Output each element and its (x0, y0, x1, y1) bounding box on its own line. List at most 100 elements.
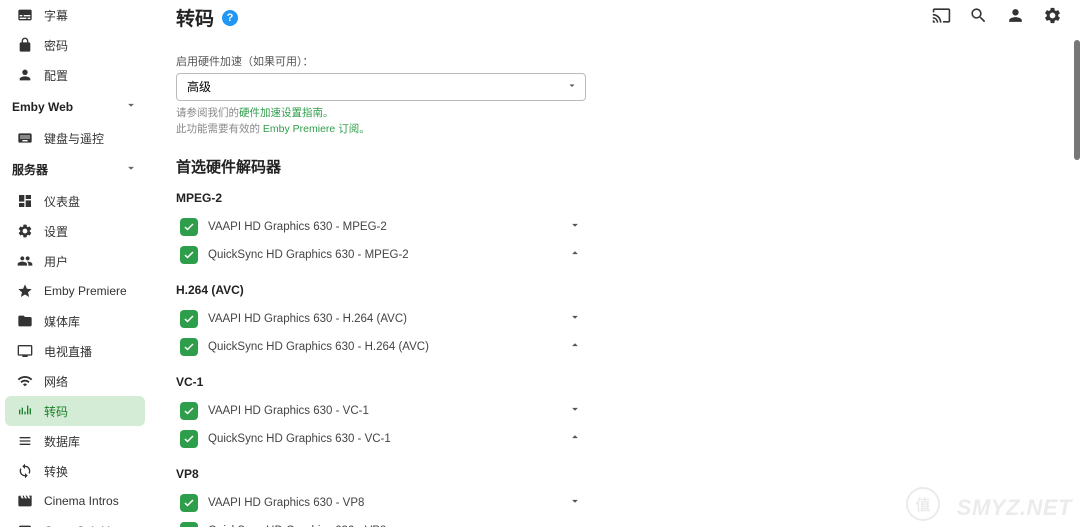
decoders-heading: 首选硬件解码器 (176, 156, 1060, 177)
help-text-prefix: 请参阅我们的 (176, 107, 239, 119)
chevron-down-icon[interactable] (568, 310, 582, 327)
decoder-label: VAAPI HD Graphics 630 - VP8 (208, 497, 568, 509)
decoder-row[interactable]: VAAPI HD Graphics 630 - VP8 (176, 489, 586, 517)
decoder-row[interactable]: QuickSync HD Graphics 630 - H.264 (AVC) (176, 333, 586, 361)
decoder-group-title: MPEG-2 (176, 191, 1060, 205)
decoder-row[interactable]: QuickSync HD Graphics 630 - MPEG-2 (176, 241, 586, 269)
nav-label: 转换 (44, 463, 68, 480)
nav-item-sync[interactable]: 转换 (0, 456, 150, 486)
nav-item-settings[interactable]: 设置 (0, 216, 150, 246)
chevron-down-icon (124, 98, 138, 115)
people-icon (16, 252, 34, 270)
nav-item-tv[interactable]: 电视直播 (0, 336, 150, 366)
section-title: Emby Web (12, 100, 73, 114)
help-text-line2: 此功能需要有效的 (176, 123, 263, 135)
nav-item-storage[interactable]: 数据库 (0, 426, 150, 456)
nav-label: 数据库 (44, 433, 80, 450)
main-content: 转码 ? 启用硬件加速（如果可用）： 高级 请参阅我们的硬件加速设置指南。 此功… (150, 0, 1080, 527)
hw-accel-select-wrap: 高级 (176, 73, 586, 101)
nav-label: 媒体库 (44, 313, 80, 330)
nav-label: 设置 (44, 223, 68, 240)
nav-label: 仪表盘 (44, 193, 80, 210)
nav-item-dashboard[interactable]: 仪表盘 (0, 186, 150, 216)
nav-label: 密码 (44, 37, 68, 54)
folder-icon (16, 312, 34, 330)
subtitles-icon (16, 6, 34, 24)
nav-item-folder[interactable]: 媒体库 (0, 306, 150, 336)
tv-icon (16, 342, 34, 360)
movie-icon (16, 492, 34, 510)
topbar (914, 0, 1080, 34)
dashboard-icon (16, 192, 34, 210)
checkbox-checked[interactable] (180, 522, 198, 527)
cast-icon[interactable] (932, 6, 951, 28)
nav-item-transcode[interactable]: 转码 (5, 396, 145, 426)
settings-icon (16, 222, 34, 240)
nav-item-subtitles[interactable]: 字幕 (0, 0, 150, 30)
nav-item-movie[interactable]: Cinema Intros (0, 486, 150, 516)
decoder-row[interactable]: VAAPI HD Graphics 630 - VC-1 (176, 397, 586, 425)
chevron-down-icon (124, 161, 138, 178)
decoder-row[interactable]: QuickSync HD Graphics 630 - VC-1 (176, 425, 586, 453)
sync-icon (16, 462, 34, 480)
decoder-label: QuickSync HD Graphics 630 - H.264 (AVC) (208, 341, 568, 353)
star-icon (16, 282, 34, 300)
chevron-down-icon[interactable] (568, 494, 582, 511)
decoder-label: VAAPI HD Graphics 630 - H.264 (AVC) (208, 313, 568, 325)
help-icon[interactable]: ? (222, 10, 238, 26)
storage-icon (16, 432, 34, 450)
wifi-icon (16, 372, 34, 390)
nav-item-wifi[interactable]: 网络 (0, 366, 150, 396)
checkbox-checked[interactable] (180, 246, 198, 264)
decoder-label: QuickSync HD Graphics 630 - VC-1 (208, 433, 568, 445)
checkbox-checked[interactable] (180, 338, 198, 356)
nav-label: 转码 (44, 403, 68, 420)
checkbox-checked[interactable] (180, 402, 198, 420)
chevron-down-icon[interactable] (568, 402, 582, 419)
decoder-row[interactable]: VAAPI HD Graphics 630 - MPEG-2 (176, 213, 586, 241)
chevron-up-icon[interactable] (568, 522, 582, 527)
hw-accel-label: 启用硬件加速（如果可用）： (176, 53, 1060, 69)
page-title: 转码 (176, 4, 214, 31)
hw-setup-guide-link[interactable]: 硬件加速设置指南。 (239, 107, 334, 119)
nav-label: 电视直播 (44, 343, 92, 360)
scrollbar[interactable] (1074, 0, 1080, 527)
decoder-group-title: H.264 (AVC) (176, 283, 1060, 297)
scrollbar-thumb[interactable] (1074, 40, 1080, 160)
nav-label: 用户 (44, 253, 68, 270)
nav-label: Emby Premiere (44, 284, 127, 298)
nav-label: Cinema Intros (44, 494, 119, 508)
cc-icon (16, 522, 34, 527)
gear-icon[interactable] (1043, 6, 1062, 28)
nav-item-people[interactable]: 用户 (0, 246, 150, 276)
chevron-up-icon[interactable] (568, 430, 582, 447)
nav-label: 网络 (44, 373, 68, 390)
checkbox-checked[interactable] (180, 430, 198, 448)
nav-item-star[interactable]: Emby Premiere (0, 276, 150, 306)
hw-accel-help: 请参阅我们的硬件加速设置指南。 此功能需要有效的 Emby Premiere 订… (176, 106, 1060, 138)
chevron-up-icon[interactable] (568, 338, 582, 355)
nav-item-cc[interactable]: Open Subtitles (0, 516, 150, 527)
section-title: 服务器 (12, 161, 48, 178)
nav-label: 键盘与遥控 (44, 130, 104, 147)
nav-item-lock[interactable]: 密码 (0, 30, 150, 60)
decoder-label: QuickSync HD Graphics 630 - MPEG-2 (208, 249, 568, 261)
sidebar: 字幕密码配置 Emby Web 键盘与遥控服务器仪表盘设置用户 Emby Premie… (0, 0, 150, 527)
person-icon[interactable] (1006, 6, 1025, 28)
checkbox-checked[interactable] (180, 310, 198, 328)
nav-item-person[interactable]: 配置 (0, 60, 150, 90)
decoder-row[interactable]: VAAPI HD Graphics 630 - H.264 (AVC) (176, 305, 586, 333)
chevron-down-icon[interactable] (568, 218, 582, 235)
checkbox-checked[interactable] (180, 494, 198, 512)
chevron-up-icon[interactable] (568, 246, 582, 263)
decoder-row[interactable]: QuickSync HD Graphics 630 - VP8 (176, 517, 586, 527)
hw-accel-select[interactable]: 高级 (176, 73, 586, 101)
transcode-icon (16, 402, 34, 420)
premiere-link[interactable]: Emby Premiere 订阅。 (263, 123, 370, 135)
nav-section-1[interactable]: 服务器 (0, 153, 150, 186)
checkbox-checked[interactable] (180, 218, 198, 236)
nav-item-keyboard[interactable]: 键盘与遥控 (0, 123, 150, 153)
search-icon[interactable] (969, 6, 988, 28)
nav-section-0[interactable]: Emby Web (0, 90, 150, 123)
person-icon (16, 66, 34, 84)
